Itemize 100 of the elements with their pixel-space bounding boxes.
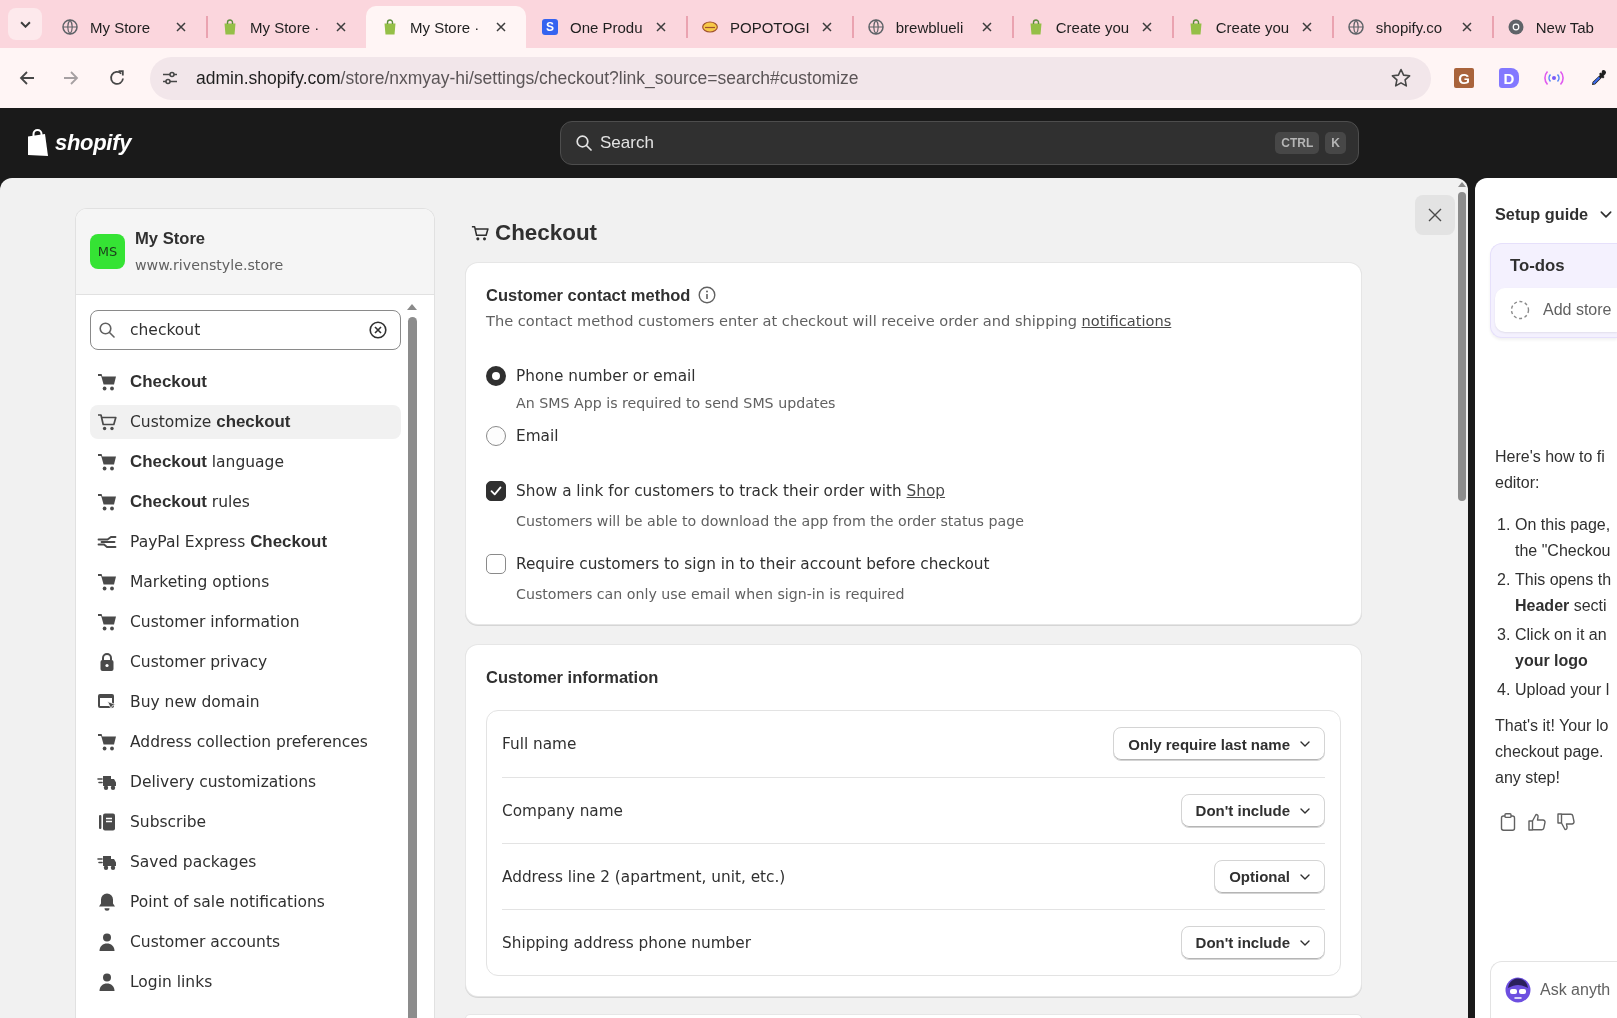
search-result-item[interactable]: Saved packages — [90, 845, 401, 879]
dropdown-button[interactable]: Don't include — [1180, 925, 1325, 960]
browser-tab[interactable]: Create you — [1171, 6, 1332, 48]
close-tab-icon[interactable] — [1461, 22, 1472, 32]
scroll-up-arrow-icon[interactable] — [1458, 182, 1466, 187]
clipboard-icon[interactable] — [1499, 812, 1517, 831]
browser-tab[interactable]: My Store — [46, 6, 206, 48]
scroll-up-arrow-icon[interactable] — [407, 304, 417, 310]
dropdown-button[interactable]: Don't include — [1180, 793, 1325, 828]
search-result-item[interactable]: Customer privacy — [90, 645, 401, 679]
close-tab-icon[interactable] — [1141, 22, 1152, 32]
browser-tab[interactable]: S One Produ — [526, 6, 686, 48]
chevron-down-icon — [1300, 939, 1310, 946]
chat-input[interactable]: Ask anyth — [1490, 961, 1617, 1018]
chevron-down-icon — [1300, 741, 1310, 747]
close-tab-icon[interactable] — [336, 22, 346, 32]
cart-icon — [97, 732, 117, 752]
radio-button[interactable] — [486, 426, 506, 446]
search-field[interactable]: Search CTRL K — [560, 121, 1359, 165]
close-tab-icon[interactable] — [176, 22, 186, 32]
browser-window-icon — [97, 692, 117, 712]
reload-icon[interactable] — [109, 70, 125, 86]
thumbs-up-icon[interactable] — [1528, 812, 1546, 831]
todo-item[interactable]: Add store — [1495, 288, 1617, 332]
search-result-item[interactable]: Checkout rules — [90, 485, 401, 519]
checkbox-label: Require customers to sign in to their account before checkout — [516, 554, 990, 574]
helper-text: Customers can only use email when sign-in is required — [515, 585, 906, 604]
search-icon — [576, 135, 592, 151]
address-bar[interactable]: admin.shopify.com/store/nxmyay-hi/settings/checkout?link_source=search#customize — [150, 56, 1431, 100]
radio-label: Email — [516, 426, 559, 446]
search-result-item[interactable]: Customer accounts — [90, 925, 401, 959]
search-result-item[interactable]: Customer information — [90, 605, 401, 639]
search-result-item[interactable]: Customize checkout — [90, 405, 401, 439]
browser-tab[interactable]: brewblueli — [851, 6, 1012, 48]
site-settings-icon[interactable] — [162, 70, 178, 86]
search-field[interactable]: checkout — [90, 310, 401, 350]
section-heading: Customer contact method — [486, 285, 691, 305]
search-result-item[interactable]: Checkout — [90, 365, 401, 399]
search-result-item[interactable]: Marketing options — [90, 565, 401, 599]
inline-link[interactable]: Shop — [906, 482, 946, 500]
page-title: Checkout — [495, 220, 597, 246]
browser-tab[interactable]: My Store · — [366, 6, 526, 48]
dropdown-button[interactable]: Only require last name — [1113, 727, 1325, 761]
step-text: Upload your l — [1515, 680, 1610, 700]
radio-button[interactable] — [486, 366, 506, 386]
step-number: 3. — [1496, 625, 1512, 645]
answer-paragraph: That's it! Your lo checkout page. any step! — [1495, 715, 1610, 788]
browser-tab[interactable]: Create you — [1011, 6, 1172, 48]
clear-icon[interactable] — [369, 321, 387, 339]
search-result-item[interactable]: Point of sale notifications — [90, 885, 401, 919]
close-tab-icon[interactable] — [981, 22, 992, 32]
inline-link[interactable]: notifications — [1081, 312, 1172, 329]
search-result-item[interactable]: Address collection preferences — [90, 725, 401, 759]
helper-text: Customers will be able to download the app from the order status page — [515, 512, 1025, 531]
dropdown-button[interactable]: Optional — [1214, 859, 1325, 894]
search-result-item[interactable]: Delivery customizations — [90, 765, 401, 799]
back-arrow-icon[interactable] — [19, 70, 35, 86]
search-icon — [99, 322, 115, 338]
checkmark-icon — [490, 486, 502, 496]
ring-logo-icon — [1507, 19, 1524, 35]
step-number: 2. — [1496, 570, 1512, 590]
search-result-item[interactable]: Login links — [90, 965, 401, 999]
thumbs-down-icon[interactable] — [1557, 812, 1575, 831]
store-avatar: MS — [90, 234, 125, 269]
extension-button[interactable]: G — [1454, 68, 1474, 88]
close-tab-icon[interactable] — [821, 22, 832, 32]
search-result-item[interactable]: Subscribe — [90, 805, 401, 839]
checkbox[interactable] — [486, 481, 506, 501]
checkbox[interactable] — [486, 554, 506, 574]
todos-heading: To-dos — [1509, 256, 1566, 276]
browser-tab[interactable]: My Store · — [206, 6, 366, 48]
field-label: Address line 2 (apartment, unit, etc.) — [502, 867, 786, 886]
chevron-down-icon — [19, 20, 31, 28]
cart-icon — [97, 572, 117, 592]
eyedropper-icon[interactable] — [1589, 68, 1609, 88]
tab-list-button[interactable] — [8, 8, 42, 40]
cart-icon — [471, 224, 489, 242]
search-result-item[interactable]: Buy new domain — [90, 685, 401, 719]
setup-guide-button[interactable]: Setup guide — [1495, 204, 1613, 224]
bookmark-star-icon[interactable] — [1391, 68, 1411, 88]
chevron-down-icon — [1300, 873, 1310, 880]
close-tab-icon[interactable] — [656, 22, 666, 32]
scrollbar-thumb[interactable] — [1458, 192, 1466, 501]
step-text: On this page, the "Checkou — [1515, 515, 1611, 561]
chevron-down-icon — [1300, 807, 1310, 814]
cart-icon — [97, 492, 117, 512]
scrollbar-thumb[interactable] — [407, 317, 417, 1018]
search-result-item[interactable]: PayPal Express Checkout — [90, 525, 401, 559]
notebook-icon — [97, 812, 117, 832]
broadcast-icon[interactable] — [1543, 70, 1565, 86]
close-tab-icon[interactable] — [1301, 22, 1312, 32]
letter-favicon: S — [542, 19, 558, 35]
oval-icon — [702, 19, 718, 35]
close-tab-icon[interactable] — [496, 22, 506, 32]
person-icon — [97, 932, 117, 952]
browser-tab[interactable]: POPOTOGI — [686, 6, 852, 48]
search-result-item[interactable]: Checkout language — [90, 445, 401, 479]
browser-tab[interactable]: shopify.co — [1331, 6, 1492, 48]
browser-tab[interactable]: New Tab — [1491, 6, 1617, 48]
info-icon[interactable] — [698, 286, 717, 304]
